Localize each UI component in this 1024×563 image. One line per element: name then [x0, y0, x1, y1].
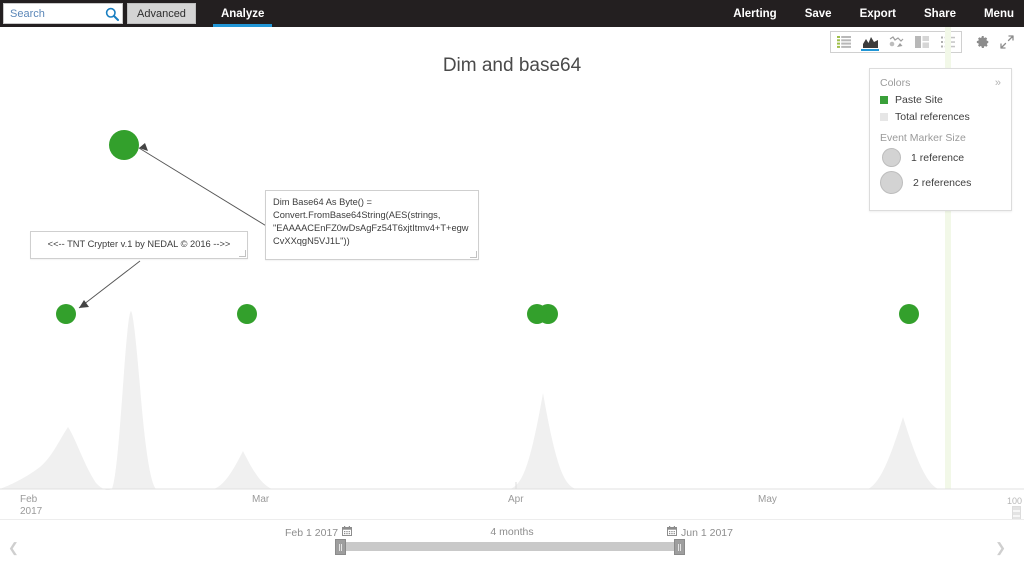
menu-label: Menu	[983, 7, 1014, 20]
timeline-end-label: Jun 1 2017	[681, 526, 733, 539]
export-button[interactable]: Export	[846, 0, 910, 27]
legend-marker-circle-small	[882, 148, 901, 167]
legend-marker-label: 1 reference	[911, 151, 965, 164]
share-button[interactable]: Share	[910, 0, 970, 27]
timeline-end[interactable]: Jun 1 2017	[667, 526, 733, 539]
resize-grip-icon[interactable]	[470, 251, 477, 258]
search-icon[interactable]	[105, 7, 119, 21]
timeline-track[interactable]	[335, 539, 685, 555]
advanced-label: Advanced	[137, 7, 186, 20]
legend-marker-row: 1 reference	[880, 148, 1001, 167]
handle-grip-icon	[339, 543, 342, 551]
search-input[interactable]	[8, 5, 104, 22]
top-navigation-bar: Advanced Analyze Alerting Save Export Sh…	[0, 0, 1024, 27]
legend-swatch-green	[880, 96, 888, 104]
connector-arrow-code	[139, 143, 148, 151]
axis-tick-mar: Mar	[252, 494, 270, 505]
event-marker[interactable]	[56, 304, 76, 324]
legend-entry-paste-site[interactable]: Paste Site	[880, 94, 1001, 106]
event-marker[interactable]	[527, 304, 547, 324]
chevron-left-icon[interactable]: ❮	[8, 540, 19, 556]
chevron-right-icon[interactable]: ❯	[995, 540, 1006, 556]
annotation-tnt-text: <<-- TNT Crypter v.1 by NEDAL © 2016 -->…	[47, 239, 231, 249]
chevron-double-down-icon[interactable]: »	[995, 77, 1001, 89]
analyze-label: Analyze	[220, 7, 265, 20]
advanced-search-button[interactable]: Advanced	[127, 3, 196, 24]
legend-marker-circle-large	[880, 171, 903, 194]
legend-colors-label: Colors	[880, 77, 911, 89]
legend-entry-label: Total references	[895, 111, 970, 123]
legend-marker-row: 2 references	[880, 171, 1001, 194]
save-button[interactable]: Save	[791, 0, 846, 27]
axis-tick-may: May	[758, 494, 777, 505]
tab-analyze[interactable]: Analyze	[212, 0, 273, 27]
legend-swatch-grey	[880, 113, 888, 121]
connector-line-code	[138, 147, 269, 228]
event-markers[interactable]	[56, 130, 919, 324]
axis-tick-feb: Feb 2017	[20, 494, 42, 518]
event-marker[interactable]	[237, 304, 257, 324]
annotation-code[interactable]: Dim Base64 As Byte() = Convert.FromBase6…	[265, 190, 479, 260]
alerting-label: Alerting	[733, 7, 777, 20]
connector-line-tnt	[78, 260, 141, 309]
axis-tick-apr: Apr	[508, 494, 524, 505]
legend-header: Colors »	[880, 77, 1001, 89]
annotation-code-text: Dim Base64 As Byte() = Convert.FromBase6…	[273, 197, 469, 246]
resize-grip-icon[interactable]	[239, 250, 246, 257]
save-label: Save	[804, 7, 832, 20]
timeline-duration: 4 months	[490, 526, 534, 538]
calendar-icon[interactable]	[667, 526, 677, 539]
alerting-button[interactable]: Alerting	[719, 0, 790, 27]
area-series-total-references	[0, 311, 1024, 490]
legend-marker-label: 2 references	[913, 176, 972, 189]
y-axis-scale-label: 100	[1006, 496, 1022, 506]
legend-entry-label: Paste Site	[895, 94, 943, 106]
event-marker[interactable]	[109, 130, 139, 160]
share-label: Share	[924, 7, 956, 20]
handle-grip-icon	[678, 543, 681, 551]
export-label: Export	[859, 7, 896, 20]
search-box[interactable]	[3, 3, 123, 24]
menu-button[interactable]: Menu	[970, 0, 1024, 27]
topbar-actions: Alerting Save Export Share Menu	[719, 0, 1024, 27]
annotation-tnt[interactable]: <<-- TNT Crypter v.1 by NEDAL © 2016 -->…	[30, 231, 248, 259]
timeline-handle-right[interactable]	[674, 539, 685, 555]
legend-panel: Colors » Paste Site Total references Eve…	[869, 68, 1012, 211]
timeline-control: ❮ ❯ Feb 1 2017 4 months Jun 1 2017	[0, 519, 1024, 563]
axis-tick-feb-label: Feb	[20, 494, 38, 505]
legend-marker-size-label: Event Marker Size	[880, 132, 966, 144]
timeline-handle-left[interactable]	[335, 539, 346, 555]
legend-entry-total-references[interactable]: Total references	[880, 111, 1001, 123]
event-marker[interactable]	[899, 304, 919, 324]
axis-tick-feb-year: 2017	[20, 506, 43, 517]
